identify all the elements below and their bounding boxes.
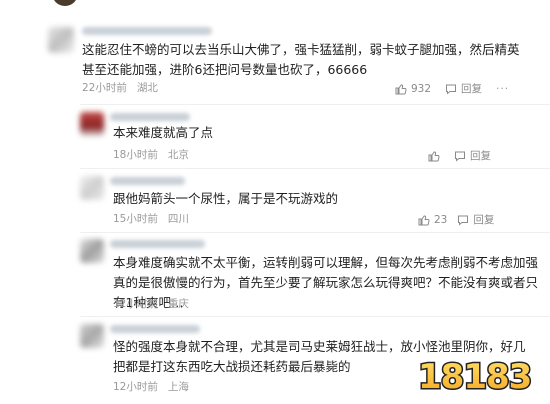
- comment-icon: [455, 151, 465, 162]
- reply-label: 回复: [473, 214, 495, 226]
- comment-icon: [458, 215, 469, 226]
- divider: [80, 104, 550, 105]
- location: 北京: [167, 149, 189, 161]
- divider: [80, 232, 550, 233]
- avatar[interactable]: [80, 239, 104, 263]
- like-button[interactable]: [428, 150, 444, 162]
- comment-text: 这能忍住不螃的可以去当乐山大佛了，强卡猛猛削，弱卡蚊子腿加强，然后精英甚至还能加…: [82, 42, 520, 77]
- timestamp: 18小时前: [113, 149, 158, 161]
- comment-text: 跟他妈箭头一个尿性，属于是不玩游戏的: [113, 191, 339, 206]
- thumbs-up-icon: [428, 151, 440, 161]
- timestamp: 12小时前: [113, 381, 158, 393]
- reply-label: 回复: [470, 150, 491, 162]
- like-button[interactable]: 23: [418, 214, 447, 226]
- avatar[interactable]: [80, 324, 104, 348]
- username-blurred[interactable]: [110, 177, 185, 185]
- more-button[interactable]: ···: [496, 83, 509, 95]
- top-avatar-partial: [52, 0, 78, 6]
- comment-actions: 回复: [428, 148, 491, 163]
- timestamp: 22小时前: [82, 82, 127, 94]
- comment-icon: [446, 84, 457, 95]
- comment-meta: 12小时前 上海: [113, 380, 189, 394]
- comment-meta: 18小时前 北京: [113, 148, 189, 162]
- reply-button[interactable]: 回复: [454, 148, 491, 163]
- more-icon: ···: [496, 82, 510, 95]
- divider: [80, 168, 550, 169]
- thumbs-up-icon: [418, 215, 430, 225]
- thumbs-up-icon: [395, 84, 407, 94]
- location: 四川: [167, 213, 189, 225]
- watermark-text: 18183: [418, 357, 531, 397]
- comment-meta: 12小时前 重庆: [113, 297, 189, 311]
- location: 湖北: [136, 82, 158, 94]
- like-button[interactable]: 932: [395, 83, 431, 95]
- logo-18183-icon: 18183: [417, 356, 534, 399]
- comment-actions: 932 回复 ···: [395, 81, 509, 96]
- reply-button[interactable]: 回复: [457, 212, 494, 227]
- avatar[interactable]: [80, 176, 104, 200]
- username-blurred[interactable]: [82, 27, 212, 35]
- watermark-logo: 18183: [414, 352, 542, 399]
- like-count: 23: [434, 213, 448, 226]
- username-blurred[interactable]: [110, 240, 205, 248]
- location: 重庆: [167, 298, 189, 310]
- location: 上海: [167, 381, 189, 393]
- username-blurred[interactable]: [110, 113, 190, 121]
- like-count: 932: [411, 82, 432, 95]
- username-blurred[interactable]: [110, 325, 200, 333]
- timestamp: 12小时前: [113, 298, 158, 310]
- comment-text: 本来难度就高了点: [113, 125, 214, 140]
- timestamp: 15小时前: [113, 213, 158, 225]
- avatar[interactable]: [48, 27, 74, 53]
- comment-meta: 15小时前 四川: [113, 212, 189, 226]
- avatar[interactable]: [80, 112, 104, 136]
- comment-meta: 22小时前 湖北: [82, 81, 158, 95]
- reply-button[interactable]: 回复: [445, 81, 482, 96]
- comment-actions: 23 回复: [418, 212, 494, 227]
- divider: [80, 316, 550, 317]
- reply-label: 回复: [461, 83, 483, 95]
